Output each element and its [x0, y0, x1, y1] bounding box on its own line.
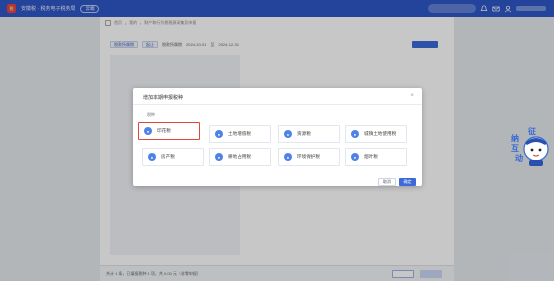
- tax-option-tobacco-leaf[interactable]: ● 烟叶税: [345, 148, 407, 166]
- tax-option-property[interactable]: ● 房产税: [142, 148, 204, 166]
- mascot-char: 动: [515, 154, 523, 163]
- tax-option-label: 耕地占用税: [228, 154, 251, 159]
- tax-section-label: 税种: [147, 112, 155, 117]
- tax-option-environmental-protection[interactable]: ● 环境保护税: [278, 148, 340, 166]
- tax-option-label: 印花税: [157, 128, 171, 133]
- tax-option-label: 房产税: [161, 154, 175, 159]
- urban-land-use-tax-icon: ●: [351, 130, 359, 138]
- tax-option-label: 环境保护税: [297, 154, 320, 159]
- dialog-title: 增加本期申报税种: [143, 95, 184, 101]
- tax-option-label: 烟叶税: [364, 154, 378, 159]
- land-appreciation-tax-icon: ●: [215, 130, 223, 138]
- add-tax-type-dialog: 增加本期申报税种 × 税种 ● 印花税 ● 土地增值税 ● 资源税 ● 城镇土地…: [133, 88, 422, 186]
- dialog-header: 增加本期申报税种 ×: [133, 88, 422, 105]
- confirm-button[interactable]: 确定: [399, 178, 416, 186]
- tax-option-label: 资源税: [297, 131, 311, 136]
- tax-option-label: 城镇土地使用税: [364, 131, 397, 136]
- farmland-occupation-tax-icon: ●: [215, 153, 223, 161]
- tax-option-label: 土地增值税: [228, 131, 251, 136]
- tobacco-leaf-tax-icon: ●: [351, 153, 359, 161]
- stamp-tax-icon: ●: [144, 127, 152, 135]
- property-tax-icon: ●: [148, 153, 156, 161]
- tax-option-land-appreciation[interactable]: ● 土地增值税: [209, 125, 271, 143]
- environmental-protection-tax-icon: ●: [284, 153, 292, 161]
- mascot-char: 征: [528, 127, 536, 136]
- tax-option-farmland-occupation[interactable]: ● 耕地占用税: [209, 148, 271, 166]
- tax-option-stamp[interactable]: ● 印花税: [138, 122, 200, 140]
- resource-tax-icon: ●: [284, 130, 292, 138]
- interaction-mascot-widget[interactable]: 征 纳 互 动: [508, 127, 552, 167]
- tax-option-resource[interactable]: ● 资源税: [278, 125, 340, 143]
- tax-option-urban-land-use[interactable]: ● 城镇土地使用税: [345, 125, 407, 143]
- close-icon[interactable]: ×: [410, 93, 414, 99]
- cancel-button[interactable]: 取消: [378, 178, 396, 186]
